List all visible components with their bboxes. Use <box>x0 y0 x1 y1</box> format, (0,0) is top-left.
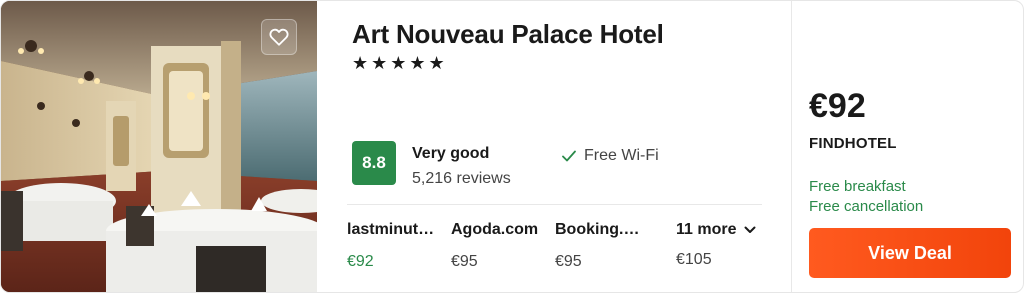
divider <box>347 204 762 205</box>
hotel-result-card: Art Nouveau Palace Hotel ★★★★★ 8.8 Very … <box>0 0 1024 293</box>
amenity-label: Free Wi-Fi <box>584 147 659 164</box>
best-price[interactable]: €92 <box>809 87 866 126</box>
deal-provider-name: Agoda.com <box>451 221 539 238</box>
perk-free-cancellation: Free cancellation <box>809 198 924 215</box>
view-deal-button[interactable]: View Deal <box>809 228 1011 278</box>
chevron-down-icon <box>744 226 756 233</box>
deal-provider-name: lastminut… <box>347 221 435 238</box>
deal-price: €92 <box>347 253 374 270</box>
review-count[interactable]: 5,216 reviews <box>412 170 511 188</box>
deal-provider-name: Booking.c… <box>555 221 647 238</box>
rating-label[interactable]: Very good <box>412 145 489 163</box>
amenity-item: Free Wi-Fi <box>562 147 659 165</box>
perk-free-breakfast: Free breakfast <box>809 178 906 195</box>
best-offer: €92 FINDHOTEL Free breakfast Free cancel… <box>792 1 1023 292</box>
deal-booking[interactable]: Booking.c… €95 <box>555 221 647 271</box>
provider-deals: lastminut… €92 Agoda.com €95 Booking.c… … <box>347 221 762 281</box>
deal-lastminute[interactable]: lastminut… €92 <box>347 221 439 271</box>
deal-agoda[interactable]: Agoda.com €95 <box>451 221 543 271</box>
rating-score-badge[interactable]: 8.8 <box>352 141 396 185</box>
offer-provider: FINDHOTEL <box>809 135 897 152</box>
heart-icon <box>269 28 289 46</box>
star-rating: ★★★★★ <box>352 53 448 73</box>
favorite-button[interactable] <box>261 19 297 55</box>
more-deals-label: 11 more <box>676 221 737 238</box>
deal-price: €95 <box>555 253 582 270</box>
more-deals-button[interactable]: 11 more <box>676 221 756 239</box>
hotel-photo[interactable] <box>1 1 317 292</box>
check-icon <box>562 150 576 162</box>
hotel-info: Art Nouveau Palace Hotel ★★★★★ 8.8 Very … <box>317 1 791 292</box>
deal-price: €95 <box>451 253 478 270</box>
more-deals-price: €105 <box>676 251 712 268</box>
hotel-name[interactable]: Art Nouveau Palace Hotel <box>352 19 664 50</box>
